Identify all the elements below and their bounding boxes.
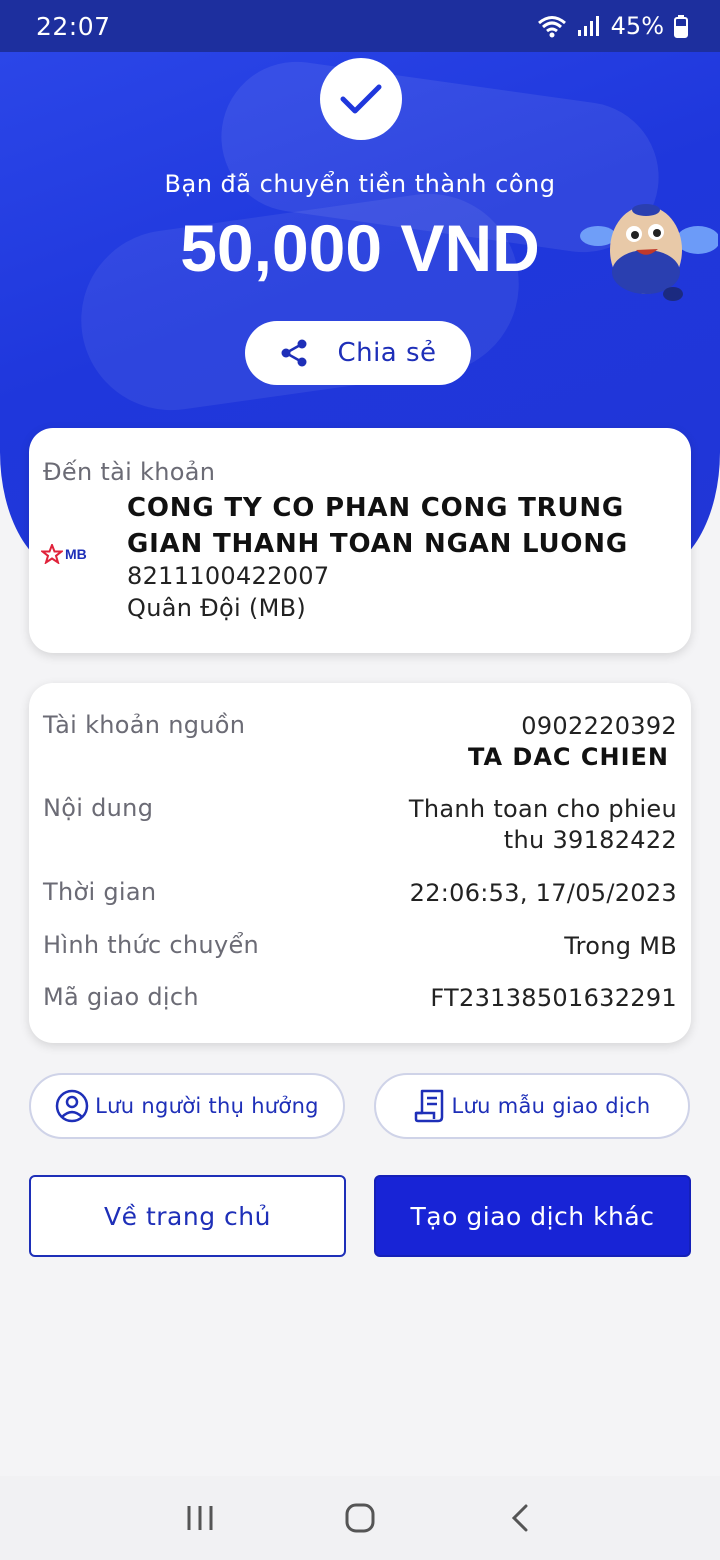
source-name: TA DAC CHIEN <box>467 743 669 771</box>
recipient-bank-name: Quân Đội (MB) <box>127 594 307 622</box>
share-button[interactable]: Chia sẻ <box>245 321 471 385</box>
status-bar: 22:07 45% <box>0 0 720 52</box>
bank-logo-text: MB <box>65 546 87 562</box>
battery-icon <box>674 15 688 38</box>
home-icon[interactable] <box>330 1488 390 1548</box>
bank-logo: MB <box>41 544 87 564</box>
navigation-bar <box>0 1476 720 1560</box>
content-line: thu 39182422 <box>503 826 677 854</box>
save-beneficiary-button[interactable]: Lưu người thụ hưởng <box>29 1073 345 1139</box>
signal-icon <box>577 16 599 36</box>
detail-label: Nội dung <box>43 794 154 822</box>
back-icon[interactable] <box>490 1488 550 1548</box>
check-icon <box>340 84 382 114</box>
method-value: Trong MB <box>564 932 677 960</box>
status-time: 22:07 <box>36 11 111 41</box>
receipt-icon <box>414 1089 443 1123</box>
detail-label: Hình thức chuyển <box>43 931 260 959</box>
recipient-name-line: CONG TY CO PHAN CONG TRUNG <box>127 493 625 523</box>
success-check-badge <box>320 58 402 140</box>
detail-label: Tài khoản nguồn <box>43 711 246 739</box>
wifi-icon <box>537 16 566 38</box>
transaction-details-card: Tài khoản nguồn 0902220392 TA DAC CHIEN … <box>29 683 691 1043</box>
home-button[interactable]: Về trang chủ <box>29 1175 346 1257</box>
recipient-account-number: 8211100422007 <box>127 562 330 590</box>
new-transaction-button[interactable]: Tạo giao dịch khác <box>374 1175 691 1257</box>
share-label: Chia sẻ <box>337 338 437 368</box>
status-icons: 45% <box>537 12 688 40</box>
save-template-button[interactable]: Lưu mẫu giao dịch <box>374 1073 690 1139</box>
detail-label: Thời gian <box>43 878 157 906</box>
detail-value: 0902220392 TA DAC CHIEN <box>468 711 677 773</box>
share-icon <box>281 339 307 367</box>
detail-label: Mã giao dịch <box>43 983 199 1011</box>
recipient-label: Đến tài khoản <box>43 458 216 486</box>
save-beneficiary-label: Lưu người thụ hưởng <box>95 1094 319 1118</box>
time-value: 22:06:53, 17/05/2023 <box>409 879 677 907</box>
content-line: Thanh toan cho phieu <box>408 795 677 823</box>
save-template-label: Lưu mẫu giao dịch <box>451 1094 651 1118</box>
recent-apps-icon[interactable] <box>170 1488 230 1548</box>
recipient-name-line: GIAN THANH TOAN NGAN LUONG <box>127 529 628 559</box>
mb-star-icon <box>41 544 63 564</box>
detail-value: Thanh toan cho phieu thu 39182422 <box>409 794 677 856</box>
source-account: 0902220392 <box>521 712 677 740</box>
mascot-illustration <box>580 204 718 301</box>
recipient-card: Đến tài khoản MB CONG TY CO PHAN CONG TR… <box>29 428 691 653</box>
user-circle-icon <box>55 1089 89 1123</box>
recipient-name: CONG TY CO PHAN CONG TRUNG GIAN THANH TO… <box>127 490 667 562</box>
battery-percent: 45% <box>610 12 664 40</box>
txn-id-value: FT23138501632291 <box>430 984 677 1012</box>
